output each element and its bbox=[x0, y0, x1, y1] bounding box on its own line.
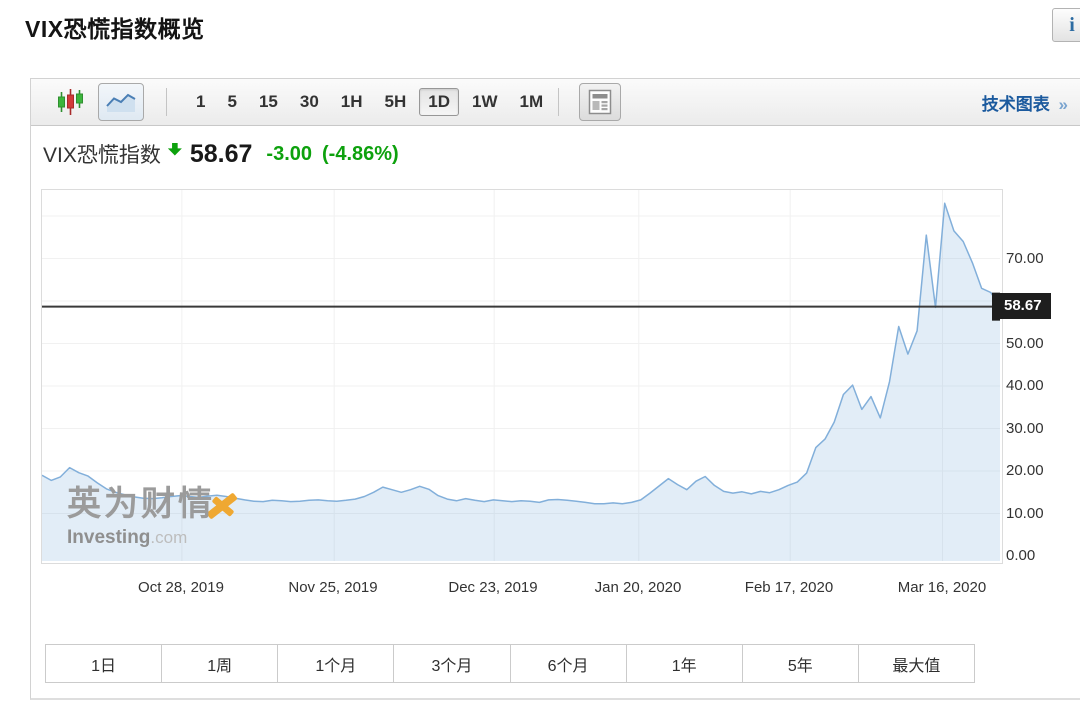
x-axis-label: Mar 16, 2020 bbox=[898, 579, 986, 596]
interval-buttons: 1515301H5H1D1W1M bbox=[185, 88, 554, 116]
x-axis-label: Dec 23, 2019 bbox=[448, 579, 537, 596]
interval-button-30[interactable]: 30 bbox=[291, 88, 328, 116]
y-axis-label: 10.00 bbox=[1006, 505, 1044, 522]
y-axis-label: 50.00 bbox=[1006, 335, 1044, 352]
quote-row: VIX恐慌指数 58.67 -3.00 (-4.86%) bbox=[43, 139, 399, 169]
info-button[interactable]: i bbox=[1052, 8, 1080, 42]
range-button-5年[interactable]: 5年 bbox=[743, 645, 859, 682]
range-button-3个月[interactable]: 3个月 bbox=[394, 645, 510, 682]
candlestick-icon bbox=[57, 88, 84, 116]
y-axis-labels: 70.00 50.00 40.00 30.00 20.00 10.00 0.00 bbox=[1006, 189, 1078, 562]
technical-chart-link-label: 技术图表 bbox=[982, 95, 1050, 114]
chevron-double-right-icon: » bbox=[1059, 95, 1068, 114]
price-chart-svg bbox=[42, 190, 1000, 561]
price-change: -3.00 bbox=[266, 143, 312, 166]
y-axis-label: 40.00 bbox=[1006, 377, 1044, 394]
toolbar-separator bbox=[558, 88, 559, 116]
info-icon: i bbox=[1069, 14, 1075, 37]
technical-chart-link[interactable]: 技术图表 » bbox=[982, 90, 1068, 115]
line-chart-icon bbox=[105, 90, 137, 114]
interval-button-15[interactable]: 15 bbox=[250, 88, 287, 116]
page-title: VIX恐慌指数概览 bbox=[25, 10, 205, 44]
candlestick-chart-button[interactable] bbox=[57, 88, 84, 116]
x-axis-label: Feb 17, 2020 bbox=[745, 579, 833, 596]
range-button-最大值[interactable]: 最大值 bbox=[859, 645, 974, 682]
x-axis-label: Oct 28, 2019 bbox=[138, 579, 224, 596]
instrument-name: VIX恐慌指数 bbox=[43, 139, 161, 169]
interval-button-1H[interactable]: 1H bbox=[332, 88, 372, 116]
y-axis-label: 70.00 bbox=[1006, 250, 1044, 267]
last-price-tag: 58.67 bbox=[999, 293, 1051, 319]
price-change-percent: (-4.86%) bbox=[322, 143, 399, 166]
interval-button-1D[interactable]: 1D bbox=[419, 88, 459, 116]
range-button-1个月[interactable]: 1个月 bbox=[278, 645, 394, 682]
last-price: 58.67 bbox=[190, 140, 253, 169]
toolbar-separator bbox=[166, 88, 167, 116]
x-axis-label: Nov 25, 2019 bbox=[288, 579, 377, 596]
interval-button-1W[interactable]: 1W bbox=[463, 88, 507, 116]
range-button-1周[interactable]: 1周 bbox=[162, 645, 278, 682]
interval-button-5[interactable]: 5 bbox=[218, 88, 245, 116]
range-button-1日[interactable]: 1日 bbox=[46, 645, 162, 682]
price-down-arrow-icon bbox=[168, 143, 182, 156]
chart-toolbar: 1515301H5H1D1W1M 技术图表 » bbox=[31, 79, 1080, 126]
x-axis-label: Jan 20, 2020 bbox=[595, 579, 682, 596]
chart-plot-area[interactable]: 英为财情 Investing.com bbox=[41, 189, 1003, 564]
interval-button-1M[interactable]: 1M bbox=[510, 88, 552, 116]
interval-button-5H[interactable]: 5H bbox=[376, 88, 416, 116]
x-axis-labels: Oct 28, 2019 Nov 25, 2019 Dec 23, 2019 Jan … bbox=[41, 579, 1001, 599]
news-view-button[interactable] bbox=[579, 83, 621, 121]
chart-widget: 1515301H5H1D1W1M 技术图表 » VIX恐慌指数 58.67 -3… bbox=[30, 78, 1080, 700]
line-chart-button[interactable] bbox=[98, 83, 144, 121]
y-axis-label: 30.00 bbox=[1006, 420, 1044, 437]
y-axis-label: 0.00 bbox=[1006, 547, 1035, 564]
range-button-1年[interactable]: 1年 bbox=[627, 645, 743, 682]
range-button-6个月[interactable]: 6个月 bbox=[511, 645, 627, 682]
interval-button-1[interactable]: 1 bbox=[187, 88, 214, 116]
range-buttons: 1日1周1个月3个月6个月1年5年最大值 bbox=[45, 644, 975, 683]
news-icon bbox=[588, 89, 612, 115]
y-axis-label: 20.00 bbox=[1006, 462, 1044, 479]
